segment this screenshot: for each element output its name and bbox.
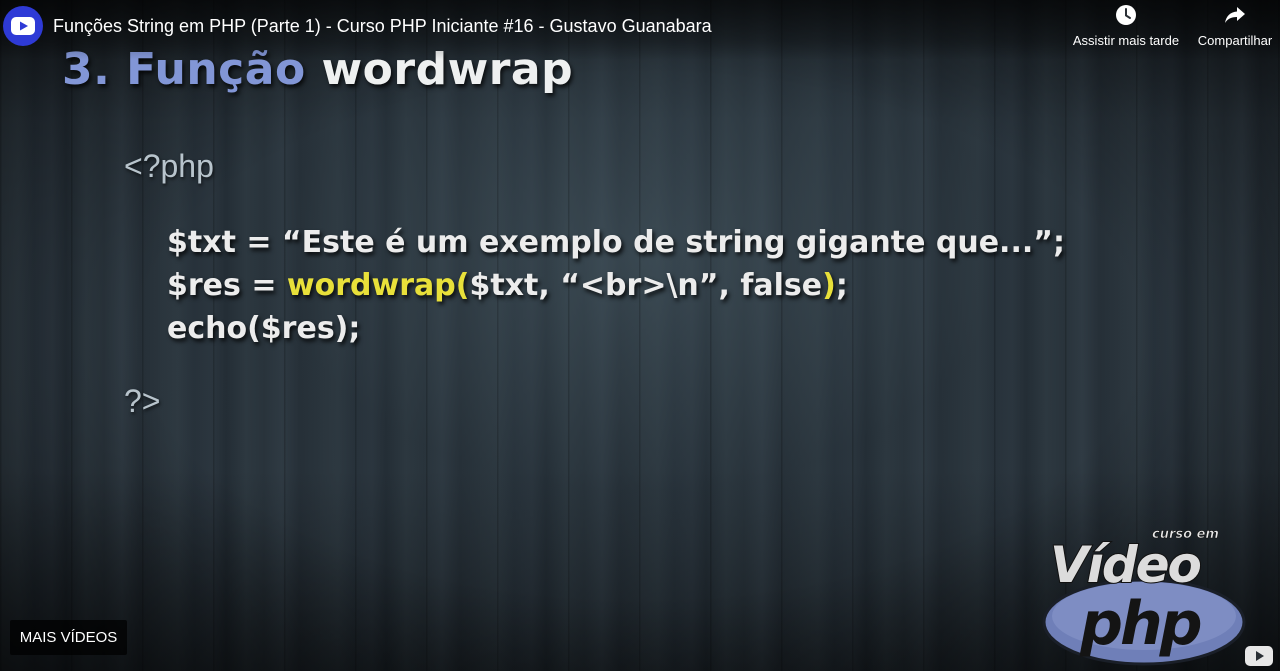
logo-php-text: php [1079,589,1201,659]
code-line-2-pre: $res = [167,268,287,303]
youtube-logo-icon[interactable] [1245,646,1273,666]
php-open-tag: <?php [124,148,214,184]
logo-video-text: Vídeo [1050,536,1201,594]
clock-icon [1116,5,1136,25]
more-videos-button[interactable]: MAIS VÍDEOS [10,620,127,655]
watch-later-button[interactable]: Assistir mais tarde [1068,4,1184,52]
channel-avatar[interactable] [3,6,43,46]
share-arrow-icon [1225,7,1245,23]
code-highlight-function: wordwrap( [286,268,470,303]
code-line-3: echo($res); [167,311,361,346]
play-icon [11,17,35,35]
code-highlight-paren: ) [822,268,836,303]
code-line-2-args: $txt, “<br>\n”, false [469,268,823,303]
watch-later-label: Assistir mais tarde [1072,33,1180,48]
code-line-2-post: ; [835,268,848,303]
share-label: Compartilhar [1197,33,1273,48]
video-title[interactable]: Funções String em PHP (Parte 1) - Curso … [53,16,712,37]
code-line-2: $res = wordwrap($txt, “<br>\n”, false); [167,268,848,303]
player-top-bar: Funções String em PHP (Parte 1) - Curso … [0,0,1280,60]
curso-em-video-php-logo: curso em Vídeo php [1042,527,1246,666]
share-button[interactable]: Compartilhar [1192,4,1278,52]
code-line-1: $txt = “Este é um exemplo de string giga… [167,225,1065,260]
php-close-tag: ?> [124,383,161,419]
